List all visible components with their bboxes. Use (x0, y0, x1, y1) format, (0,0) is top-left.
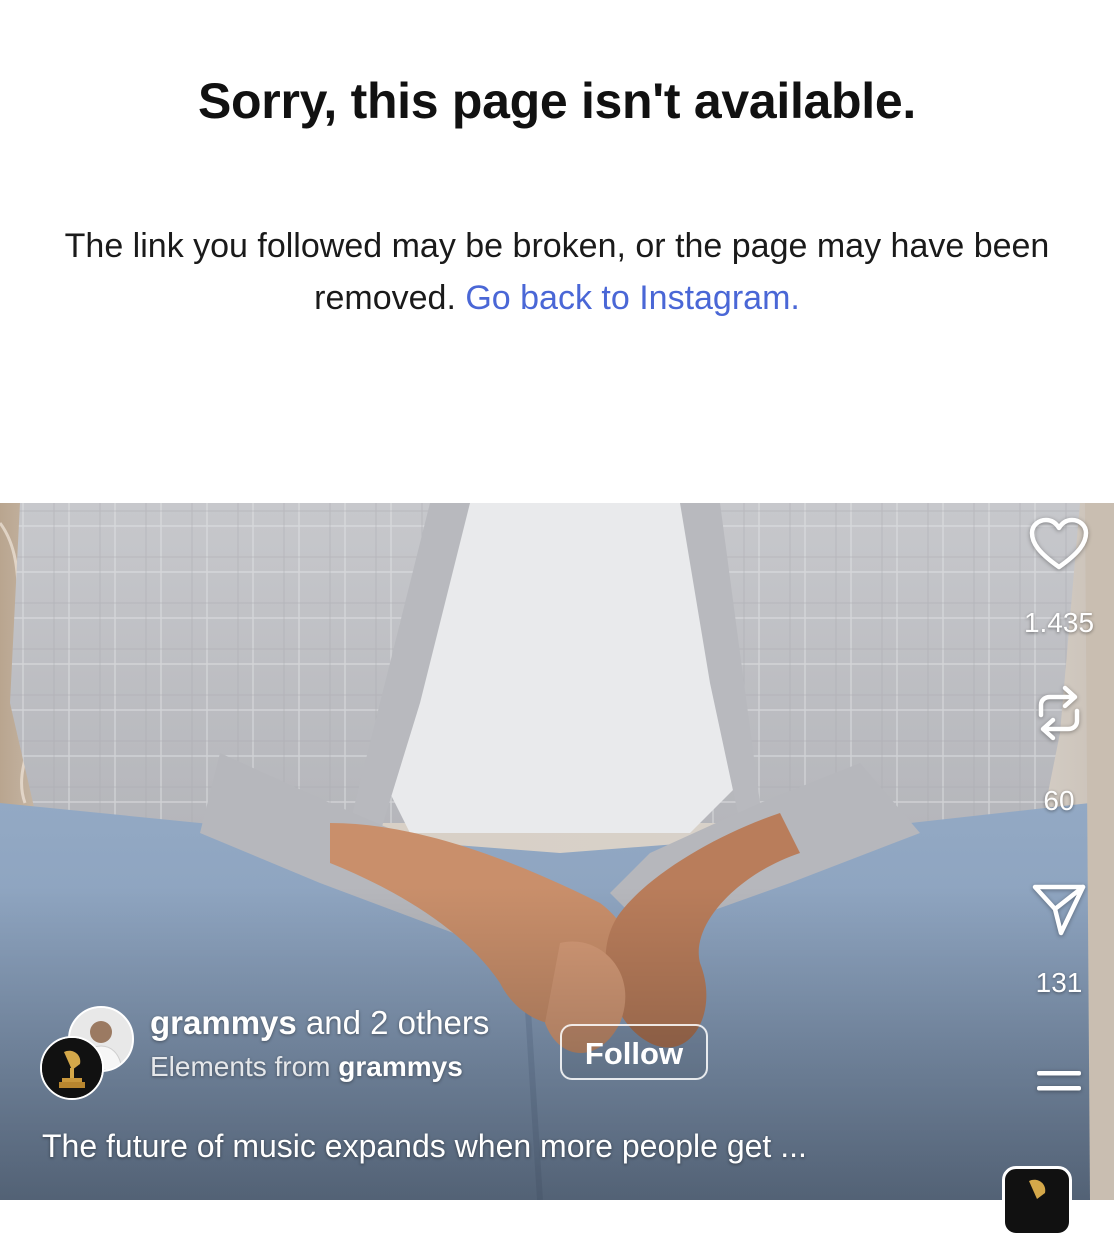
audio-source-prefix: Elements from (150, 1051, 331, 1082)
heart-icon[interactable] (1029, 517, 1089, 571)
video-frame (0, 503, 1114, 1200)
share-count: 131 (1035, 967, 1083, 998)
audio-source[interactable]: Elements from grammys (150, 1051, 463, 1083)
audio-source-name[interactable]: grammys (338, 1051, 463, 1082)
send-icon[interactable] (1031, 881, 1087, 937)
audio-thumbnail[interactable] (1002, 1166, 1072, 1236)
go-back-link[interactable]: Go back to Instagram. (465, 279, 800, 317)
error-section: Sorry, this page isn't available. The li… (0, 0, 1114, 503)
author-avatars[interactable] (40, 1006, 135, 1101)
like-action[interactable]: 1.435 (1004, 517, 1114, 639)
author-others[interactable]: and 2 others (306, 1004, 489, 1041)
author-line[interactable]: grammys and 2 others (150, 1004, 489, 1042)
gramophone-icon (1029, 1179, 1046, 1199)
avatar-grammys[interactable] (40, 1036, 104, 1100)
follow-button[interactable]: Follow (560, 1024, 708, 1080)
more-action[interactable] (1004, 1066, 1114, 1106)
author-name[interactable]: grammys (150, 1004, 297, 1041)
repost-action[interactable]: 60 (1004, 683, 1114, 817)
repost-icon[interactable] (1031, 683, 1087, 743)
like-count: 1.435 (1023, 607, 1095, 638)
gramophone-icon (42, 1038, 102, 1098)
error-message: The link you followed may be broken, or … (0, 220, 1114, 324)
reel-video[interactable]: 1.435 60 131 (0, 503, 1114, 1200)
share-action[interactable]: 131 (1004, 881, 1114, 999)
repost-count: 60 (1043, 785, 1075, 816)
more-icon[interactable] (1034, 1066, 1084, 1106)
action-rail: 1.435 60 131 (1004, 503, 1114, 1200)
page-title: Sorry, this page isn't available. (198, 73, 916, 129)
reel-caption[interactable]: The future of music expands when more pe… (42, 1128, 807, 1165)
